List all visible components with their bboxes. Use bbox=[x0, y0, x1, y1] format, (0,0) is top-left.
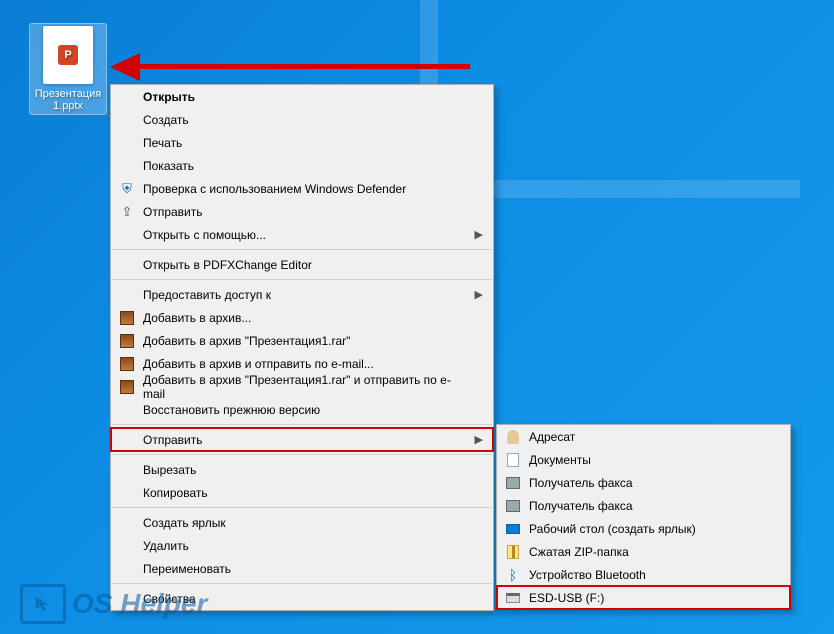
submenu-item[interactable]: Адресат bbox=[497, 425, 790, 448]
menu-item-label: Отправить bbox=[143, 433, 203, 447]
menu-item-label: Проверка с использованием Windows Defend… bbox=[143, 182, 406, 196]
menu-item[interactable]: Вырезать bbox=[111, 458, 493, 481]
submenu-item-label: Получатель факса bbox=[529, 476, 633, 490]
submenu-item[interactable]: Получатель факса bbox=[497, 471, 790, 494]
powerpoint-icon: P bbox=[58, 45, 78, 65]
menu-item-label: Добавить в архив "Презентация1.rar" bbox=[143, 334, 350, 348]
doc-icon bbox=[505, 452, 521, 468]
menu-item[interactable]: Показать bbox=[111, 154, 493, 177]
submenu-item-label: ESD-USB (F:) bbox=[529, 591, 604, 605]
menu-item[interactable]: Восстановить прежнюю версию bbox=[111, 398, 493, 421]
menu-item-label: Открыть bbox=[143, 90, 195, 104]
menu-item[interactable]: Создать bbox=[111, 108, 493, 131]
submenu-item[interactable]: ESD-USB (F:) bbox=[497, 586, 790, 609]
file-thumbnail: P bbox=[43, 26, 93, 84]
menu-item-label: Вырезать bbox=[143, 463, 196, 477]
submenu-item-label: Документы bbox=[529, 453, 591, 467]
menu-separator bbox=[112, 424, 492, 425]
submenu-item-label: Адресат bbox=[529, 430, 575, 444]
menu-item-label: Создать ярлык bbox=[143, 516, 226, 530]
menu-item[interactable]: Добавить в архив... bbox=[111, 306, 493, 329]
file-label: Презентация 1.pptx bbox=[32, 88, 104, 112]
menu-item-label: Открыть с помощью... bbox=[143, 228, 266, 242]
watermark-logo: OS Helper bbox=[20, 584, 207, 624]
rar-icon bbox=[119, 379, 135, 395]
menu-item-label: Открыть в PDFXChange Editor bbox=[143, 258, 312, 272]
submenu-item-label: Устройство Bluetooth bbox=[529, 568, 646, 582]
menu-item[interactable]: Открыть с помощью... ▶ bbox=[111, 223, 493, 246]
submenu-item[interactable]: Получатель факса bbox=[497, 494, 790, 517]
desktop-file-presentation[interactable]: P Презентация 1.pptx bbox=[30, 24, 106, 114]
chevron-right-icon: ▶ bbox=[475, 288, 483, 301]
rar-icon bbox=[119, 310, 135, 326]
shield-icon: ⛨ bbox=[119, 181, 135, 197]
submenu-item[interactable]: Документы bbox=[497, 448, 790, 471]
rar-icon bbox=[119, 333, 135, 349]
menu-item[interactable]: Удалить bbox=[111, 534, 493, 557]
drive-icon bbox=[505, 590, 521, 606]
fax-icon bbox=[505, 475, 521, 491]
context-menu: Открыть Создать Печать Показать ⛨ Проверка с … bbox=[110, 84, 494, 611]
menu-item[interactable]: Добавить в архив "Презентация1.rar" bbox=[111, 329, 493, 352]
menu-item-label: Восстановить прежнюю версию bbox=[143, 403, 320, 417]
submenu-item[interactable]: ᛒ Устройство Bluetooth bbox=[497, 563, 790, 586]
menu-item[interactable]: Создать ярлык bbox=[111, 511, 493, 534]
menu-item-label: Переименовать bbox=[143, 562, 231, 576]
rar-icon bbox=[119, 356, 135, 372]
menu-separator bbox=[112, 279, 492, 280]
menu-item[interactable]: ⇪ Отправить bbox=[111, 200, 493, 223]
menu-item-label: Удалить bbox=[143, 539, 189, 553]
chevron-right-icon: ▶ bbox=[475, 433, 483, 446]
submenu-item[interactable]: Рабочий стол (создать ярлык) bbox=[497, 517, 790, 540]
fax-icon bbox=[505, 498, 521, 514]
menu-separator bbox=[112, 249, 492, 250]
chevron-right-icon: ▶ bbox=[475, 228, 483, 241]
menu-item[interactable]: Отправить ▶ bbox=[111, 428, 493, 451]
menu-item-label: Добавить в архив... bbox=[143, 311, 251, 325]
menu-item[interactable]: Печать bbox=[111, 131, 493, 154]
menu-item-label: Создать bbox=[143, 113, 189, 127]
menu-item-label: Добавить в архив "Презентация1.rar" и от… bbox=[143, 373, 467, 401]
person-icon bbox=[505, 429, 521, 445]
menu-item-label: Копировать bbox=[143, 486, 208, 500]
annotation-arrow bbox=[110, 53, 470, 83]
menu-item-label: Отправить bbox=[143, 205, 203, 219]
submenu-item-label: Сжатая ZIP-папка bbox=[529, 545, 629, 559]
menu-item-label: Добавить в архив и отправить по e-mail..… bbox=[143, 357, 374, 371]
menu-item-label: Предоставить доступ к bbox=[143, 288, 271, 302]
menu-item[interactable]: ⛨ Проверка с использованием Windows Defen… bbox=[111, 177, 493, 200]
submenu-item[interactable]: Сжатая ZIP-папка bbox=[497, 540, 790, 563]
zip-icon bbox=[505, 544, 521, 560]
share-icon: ⇪ bbox=[119, 204, 135, 220]
menu-item-label: Печать bbox=[143, 136, 182, 150]
submenu-item-label: Рабочий стол (создать ярлык) bbox=[529, 522, 696, 536]
menu-separator bbox=[112, 507, 492, 508]
menu-item[interactable]: Открыть bbox=[111, 85, 493, 108]
bt-icon: ᛒ bbox=[505, 567, 521, 583]
cursor-icon bbox=[20, 584, 66, 624]
context-submenu-send-to: Адресат Документы Получатель факса Получате… bbox=[496, 424, 791, 610]
menu-item-label: Показать bbox=[143, 159, 194, 173]
submenu-item-label: Получатель факса bbox=[529, 499, 633, 513]
menu-item[interactable]: Предоставить доступ к ▶ bbox=[111, 283, 493, 306]
menu-item[interactable]: Переименовать bbox=[111, 557, 493, 580]
desk-icon bbox=[505, 521, 521, 537]
menu-item[interactable]: Добавить в архив "Презентация1.rar" и от… bbox=[111, 375, 493, 398]
menu-separator bbox=[112, 454, 492, 455]
menu-item[interactable]: Открыть в PDFXChange Editor bbox=[111, 253, 493, 276]
menu-item[interactable]: Копировать bbox=[111, 481, 493, 504]
